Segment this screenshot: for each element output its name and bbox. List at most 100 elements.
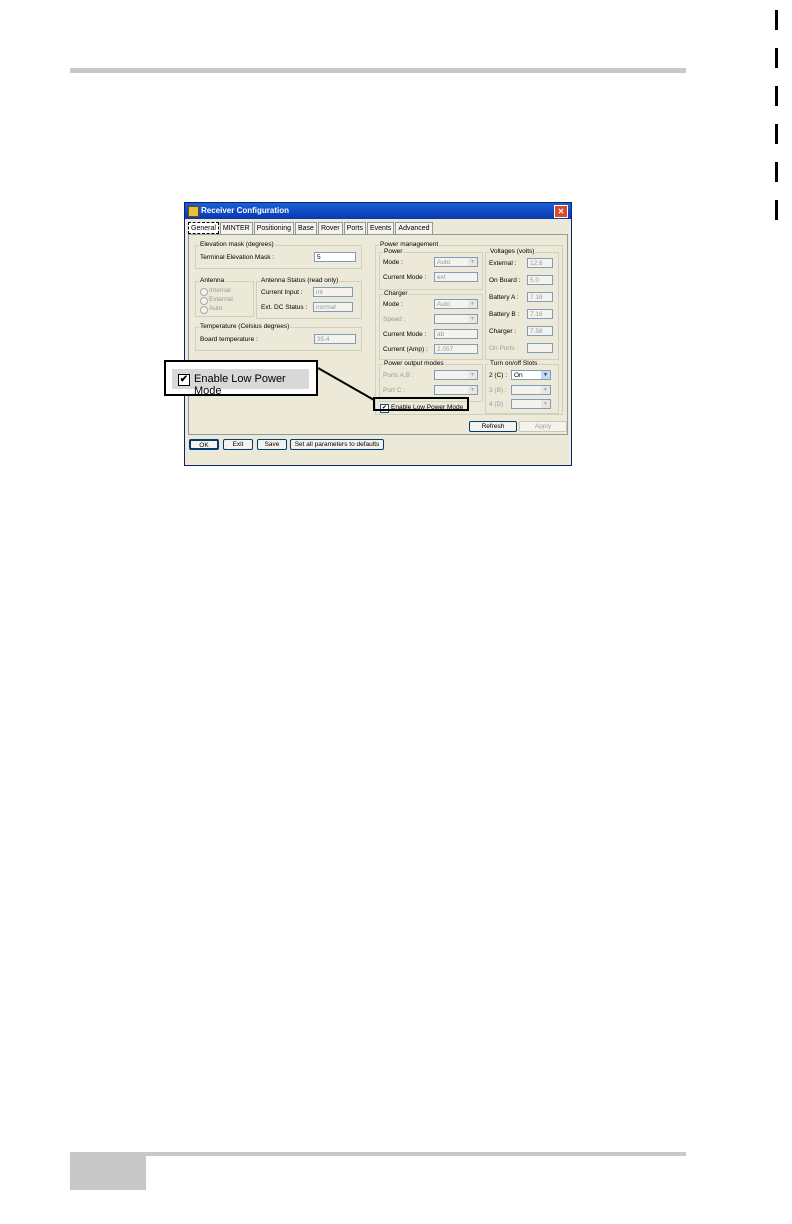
- charger-current-amp-field: 2.057: [434, 344, 478, 354]
- antenna-status-group: Antenna Status (read only) Current Input…: [256, 277, 362, 319]
- callout-inner: ✔ Enable Low Power Mode: [172, 369, 309, 397]
- power-mode-select: Auto ▼: [434, 257, 478, 267]
- tab-ports[interactable]: Ports: [343, 222, 366, 234]
- antenna-internal-label: Internal: [209, 287, 231, 294]
- chevron-down-icon: ▼: [468, 258, 477, 266]
- callout-label: Enable Low Power Mode: [194, 373, 286, 397]
- tab-base[interactable]: Base: [295, 222, 317, 234]
- battery-a-label: Battery A :: [489, 294, 519, 301]
- page-footer-rule: [70, 1152, 686, 1156]
- tab-minter[interactable]: MINTER: [219, 222, 253, 234]
- elevation-mask-group: Elevation mask (degrees) Terminal Elevat…: [195, 241, 362, 269]
- external-voltage-label: External :: [489, 260, 517, 267]
- highlight-box: [373, 397, 469, 411]
- callout-checkbox: ✔: [178, 374, 190, 386]
- set-defaults-button[interactable]: Set all parameters to defaults: [290, 439, 384, 450]
- antenna-external-label: External: [209, 296, 233, 303]
- slot3-select: ▼: [511, 385, 551, 395]
- board-temperature-field: 35.4: [314, 334, 356, 344]
- receiver-configuration-window: Receiver Configuration ✕ General MINTER …: [184, 202, 572, 466]
- power-mode-value: Auto: [437, 259, 451, 266]
- antenna-group: Antenna Internal External Auto: [195, 277, 254, 317]
- refresh-button[interactable]: Refresh: [469, 421, 517, 432]
- voltages-group: Voltages (volts) External : 12.8 On Boar…: [485, 248, 559, 360]
- power-output-modes-label: Power output modes: [383, 360, 445, 368]
- power-group: Power Mode : Auto ▼ Current Mode : ext: [379, 248, 483, 290]
- charger-speed-label: Speed :: [383, 316, 406, 323]
- chevron-down-icon: ▼: [468, 300, 477, 308]
- tab-advanced[interactable]: Advanced: [395, 222, 433, 234]
- on-ports-field: [527, 343, 553, 353]
- onboard-voltage-label: On Board :: [489, 277, 521, 284]
- battery-a-field: 7.18: [527, 292, 553, 302]
- tab-general[interactable]: General: [188, 222, 219, 234]
- power-mode-label: Mode :: [383, 259, 403, 266]
- window-title: Receiver Configuration: [201, 206, 290, 215]
- temperature-group: Temperature (Celsius degrees) Board temp…: [195, 323, 362, 351]
- exit-button[interactable]: Exit: [223, 439, 253, 450]
- battery-b-field: 7.16: [527, 309, 553, 319]
- power-management-group: Power management Power Mode : Auto ▼ Curr…: [375, 241, 563, 415]
- external-voltage-field: 12.8: [527, 258, 553, 268]
- callout-enable-low-power: ✔ Enable Low Power Mode: [164, 360, 318, 397]
- voltages-label: Voltages (volts): [489, 248, 536, 256]
- elevation-mask-label: Elevation mask (degrees): [199, 241, 275, 249]
- slot2-label: 2 (C) :: [489, 372, 508, 379]
- charger-voltage-field: 7.58: [527, 326, 553, 336]
- antenna-label: Antenna: [199, 277, 226, 285]
- slots-group: Turn on/off Slots 2 (C) : On ▼ 3 (B) : ▼ …: [485, 360, 559, 414]
- chevron-down-icon: ▼: [541, 400, 550, 408]
- port-c-select: ▼: [434, 385, 478, 395]
- tab-bar: General MINTER Positioning Base Rover Po…: [188, 222, 434, 234]
- antenna-auto-label: Auto: [209, 305, 223, 312]
- board-temperature-label: Board temperature :: [200, 336, 258, 343]
- slot2-select[interactable]: On ▼: [511, 370, 551, 380]
- charger-mode-value: Auto: [437, 301, 451, 308]
- current-input-label: Current Input :: [261, 289, 303, 296]
- antenna-internal-radio: [200, 288, 208, 296]
- app-icon: [188, 206, 199, 217]
- page-header-rule: [70, 68, 686, 73]
- antenna-external-radio: [200, 297, 208, 305]
- charger-group: Charger Mode : Auto ▼ Speed : ▼ Current M…: [379, 290, 483, 360]
- charger-voltage-label: Charger :: [489, 328, 517, 335]
- charger-current-mode-field: ab: [434, 329, 478, 339]
- terminal-elevation-label: Terminal Elevation Mask :: [200, 254, 275, 261]
- charger-current-mode-label: Current Mode :: [383, 331, 427, 338]
- temperature-label: Temperature (Celsius degrees): [199, 323, 291, 331]
- onboard-voltage-field: 5.0: [527, 275, 553, 285]
- ok-button[interactable]: OK: [189, 439, 219, 450]
- charger-label: Charger: [383, 290, 409, 298]
- charger-mode-select: Auto ▼: [434, 299, 478, 309]
- slot3-label: 3 (B) :: [489, 387, 507, 394]
- slot4-select: ▼: [511, 399, 551, 409]
- ports-ab-label: Ports A,B :: [383, 372, 414, 379]
- close-button[interactable]: ✕: [554, 205, 568, 218]
- on-ports-label: On Ports :: [489, 345, 519, 352]
- slot2-value: On: [514, 372, 523, 379]
- charger-current-amp-label: Current (Amp) :: [383, 346, 428, 353]
- chevron-down-icon: ▼: [541, 386, 550, 394]
- chevron-down-icon: ▼: [541, 371, 550, 379]
- power-current-mode-field: ext: [434, 272, 478, 282]
- antenna-auto-radio: [200, 306, 208, 314]
- battery-b-label: Battery B :: [489, 311, 520, 318]
- chevron-down-icon: ▼: [468, 386, 477, 394]
- tab-rover[interactable]: Rover: [317, 222, 343, 234]
- ports-ab-select: ▼: [434, 370, 478, 380]
- power-current-mode-label: Current Mode :: [383, 274, 427, 281]
- title-bar: Receiver Configuration ✕: [185, 203, 571, 219]
- current-input-field: int: [313, 287, 353, 297]
- tab-positioning[interactable]: Positioning: [253, 222, 294, 234]
- save-button[interactable]: Save: [257, 439, 287, 450]
- chevron-down-icon: ▼: [468, 371, 477, 379]
- terminal-elevation-input[interactable]: 5: [314, 252, 356, 262]
- charger-mode-label: Mode :: [383, 301, 403, 308]
- chevron-down-icon: ▼: [468, 315, 477, 323]
- port-c-label: Port C :: [383, 387, 406, 394]
- antenna-status-label: Antenna Status (read only): [260, 277, 340, 285]
- callout-leader-line: [317, 367, 375, 401]
- apply-button: Apply: [519, 421, 567, 432]
- ext-dc-status-label: Ext. DC Status :: [261, 304, 308, 311]
- tab-events[interactable]: Events: [367, 222, 395, 234]
